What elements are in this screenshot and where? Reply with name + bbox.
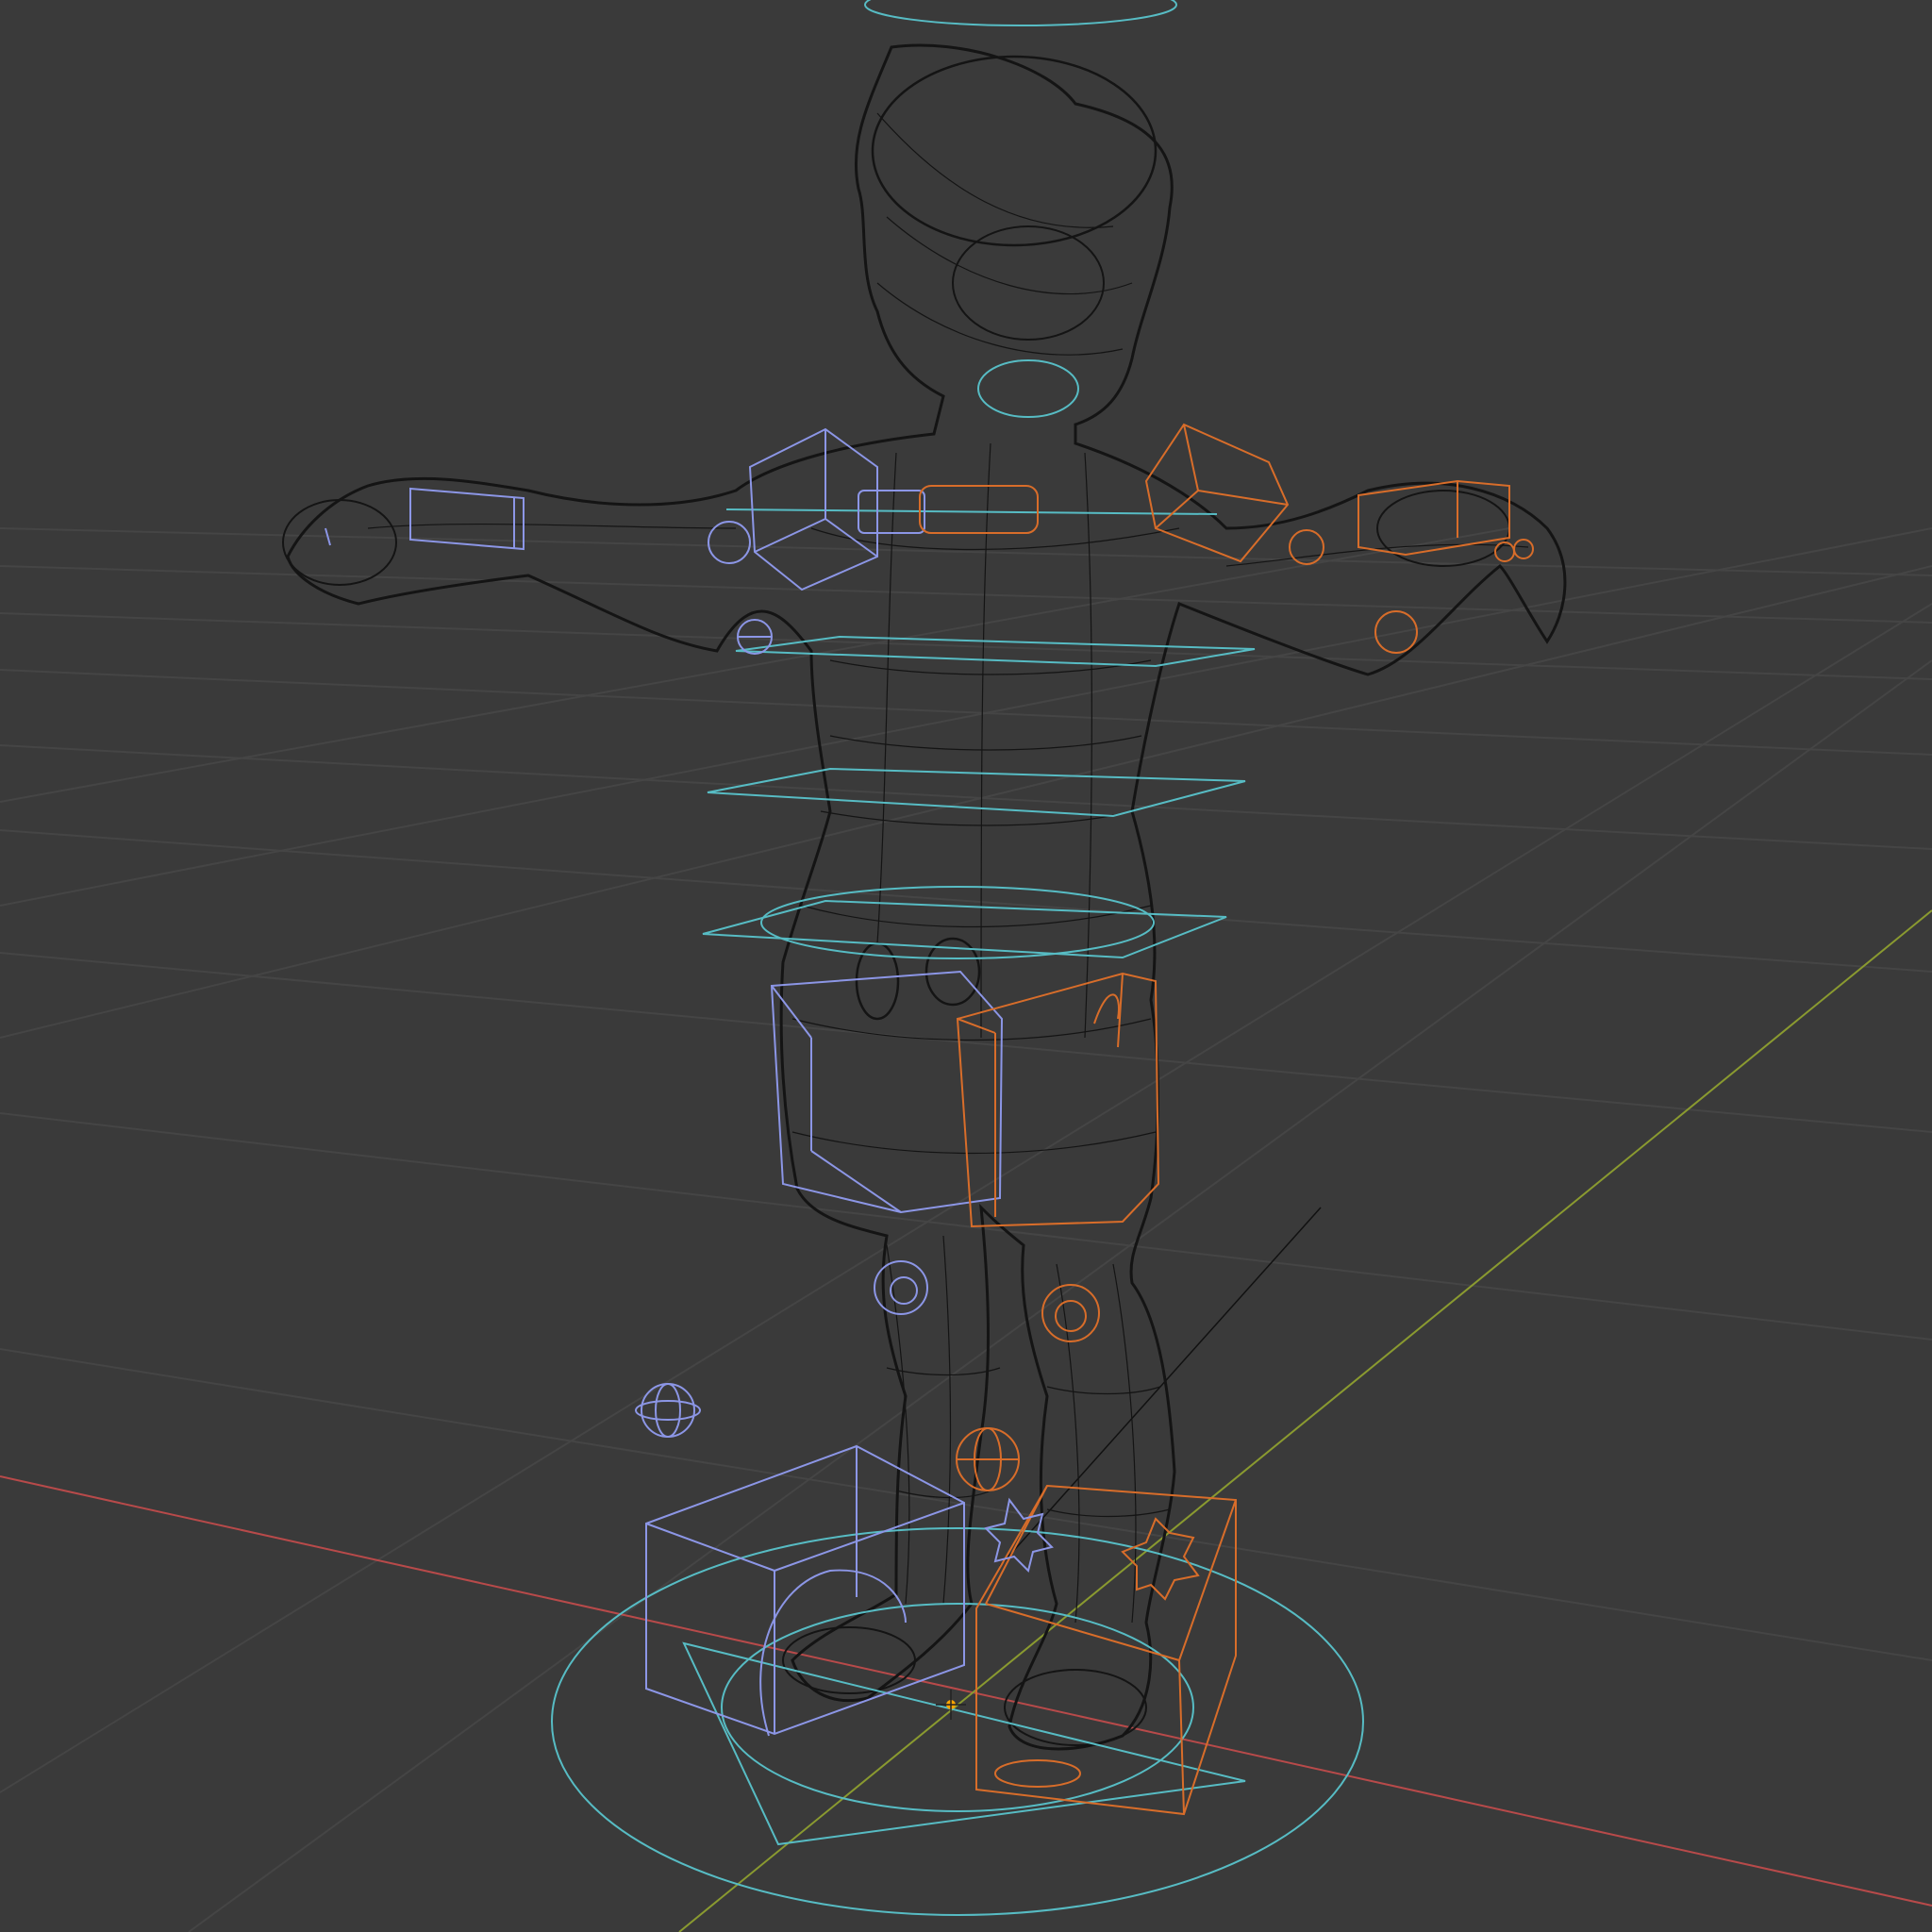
3d-viewport[interactable]	[0, 0, 1932, 1932]
